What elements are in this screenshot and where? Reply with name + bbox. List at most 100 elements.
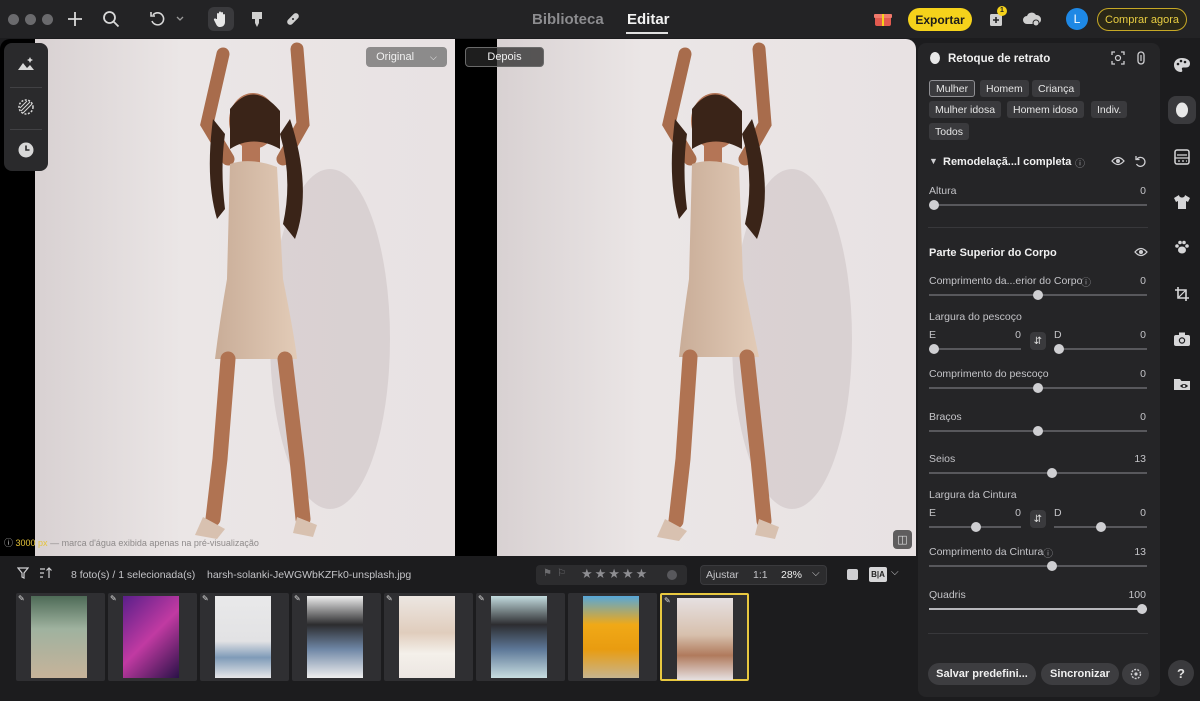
buy-now-button[interactable]: Comprar agora (1097, 8, 1187, 31)
split-view-icon[interactable]: ◫ (893, 530, 912, 549)
help-circle-icon[interactable]: ⓘ (1081, 274, 1091, 289)
preset-chip-crianca[interactable]: Criança (1032, 80, 1081, 97)
search-icon[interactable] (100, 7, 122, 31)
thumbnail-4[interactable]: ✎ (292, 593, 381, 681)
preset-chip-mulher[interactable]: Mulher (929, 80, 976, 97)
collapse-triangle-icon[interactable]: ▼ (929, 156, 938, 166)
slider-knob-neck-width-left[interactable] (929, 344, 939, 354)
reset-icon[interactable] (1134, 155, 1147, 171)
shirt-icon[interactable] (1168, 188, 1196, 216)
slider-knob-neck-length[interactable] (1033, 383, 1043, 393)
eye-icon[interactable] (1134, 246, 1148, 261)
preset-chip-mulher-idosa[interactable]: Mulher idosa (929, 101, 1002, 118)
texture-icon[interactable] (1168, 143, 1196, 171)
zoom-controls: Ajustar 1:1 28% ⌵ (700, 565, 827, 585)
slider-track-altura[interactable] (929, 204, 1147, 206)
slider-knob-arms[interactable] (1033, 426, 1043, 436)
export-button[interactable]: Exportar (908, 8, 972, 31)
ai-enhance-icon[interactable] (15, 53, 37, 75)
history-icon[interactable] (15, 139, 37, 161)
slider-knob-neck-width-right[interactable] (1054, 344, 1064, 354)
gift-icon[interactable] (872, 7, 894, 31)
slider-label-waist-length: Comprimento da Cintura (929, 546, 1044, 558)
link-sides-icon[interactable]: ⇵ (1030, 510, 1046, 528)
thumbnail-7[interactable] (568, 593, 657, 681)
window-close-button[interactable] (8, 14, 19, 25)
bandage-icon[interactable] (282, 7, 304, 31)
chevron-down-icon: ⌵ (430, 51, 437, 62)
thumbnail-6[interactable]: ✎ (476, 593, 565, 681)
tab-biblioteca[interactable]: Biblioteca (532, 11, 604, 28)
one-to-one-button[interactable]: 1:1 (753, 569, 768, 581)
single-view-icon[interactable] (847, 569, 858, 580)
preset-chip-homem-idoso[interactable]: Homem idoso (1007, 101, 1084, 118)
slider-label-neck-width: Largura do pescoço (929, 311, 1022, 323)
window-maximize-button[interactable] (42, 14, 53, 25)
preset-chip-homem[interactable]: Homem (980, 80, 1029, 97)
eye-icon[interactable] (1111, 155, 1125, 170)
slider-track-hips[interactable] (929, 608, 1147, 610)
slider-knob-upper-body-length[interactable] (1033, 290, 1043, 300)
chevron-down-icon[interactable]: ⌵ (891, 567, 899, 578)
slider-track-neck-width-left[interactable] (929, 348, 1021, 350)
brush-icon[interactable] (246, 7, 268, 31)
preset-chip-todos[interactable]: Todos (929, 123, 970, 140)
chevron-down-icon[interactable]: ⌵ (812, 568, 820, 579)
edited-pencil-icon: ✎ (294, 594, 301, 603)
slider-knob-hips[interactable] (1137, 604, 1147, 614)
color-label-icon[interactable] (667, 570, 677, 580)
portrait-icon[interactable] (1168, 96, 1196, 124)
slider-knob-waist-width-left[interactable] (971, 522, 981, 532)
before-after-toggle[interactable]: B|A (869, 567, 887, 582)
preset-chip-indiv[interactable]: Indiv. (1091, 101, 1128, 118)
folder-eye-icon[interactable] (1168, 370, 1196, 398)
photo-canvas[interactable]: Original ⌵ Depois ⓘ 3000 px — marca d'ág… (0, 39, 916, 556)
undo-icon[interactable] (146, 7, 186, 31)
zoom-value[interactable]: 28% (781, 569, 802, 581)
body-detect-icon[interactable] (1135, 51, 1147, 68)
section-full-remodel-title[interactable]: Remodelaçã...l completa (943, 156, 1071, 168)
slider-knob-breasts[interactable] (1047, 468, 1057, 478)
help-circle-icon[interactable]: ⓘ (1043, 545, 1053, 560)
face-detect-icon[interactable] (1111, 51, 1125, 68)
tab-editar[interactable]: Editar (627, 11, 670, 28)
palette-icon[interactable] (1168, 51, 1196, 79)
slider-knob-waist-length[interactable] (1047, 561, 1057, 571)
fit-button[interactable]: Ajustar (706, 569, 739, 581)
paw-icon[interactable] (1168, 233, 1196, 261)
flag-reject-icon[interactable]: ⚐ (557, 568, 566, 579)
slider-track-breasts[interactable] (929, 472, 1147, 474)
thumbnail-8-selected[interactable]: ✎ (660, 593, 749, 681)
crop-icon[interactable] (1168, 280, 1196, 308)
compare-original-dropdown[interactable]: Original ⌵ (366, 47, 447, 67)
thumbnail-1[interactable]: ✎ (16, 593, 105, 681)
link-sides-icon[interactable]: ⇵ (1030, 332, 1046, 350)
help-circle-icon[interactable]: ⓘ (1075, 155, 1085, 170)
slider-track-neck-width-right[interactable] (1054, 348, 1147, 350)
thumbnail-image (677, 598, 733, 680)
slider-track-waist-length[interactable] (929, 565, 1147, 567)
camera-icon[interactable] (1168, 325, 1196, 353)
flag-pick-icon[interactable]: ⚑ (543, 568, 552, 579)
window-minimize-button[interactable] (25, 14, 36, 25)
waist-width-left-label: E (929, 507, 937, 519)
help-button[interactable]: ? (1168, 660, 1194, 686)
avatar[interactable]: L (1066, 8, 1088, 30)
save-preset-button[interactable]: Salvar predefini... (928, 663, 1036, 685)
slider-knob-altura[interactable] (929, 200, 939, 210)
face-icon (929, 52, 941, 69)
cloud-sync-icon[interactable] (1021, 7, 1043, 31)
star-rating-icon[interactable]: ★★★★★ (581, 566, 649, 582)
sort-icon[interactable] (39, 567, 53, 582)
thumbnail-5[interactable]: ✎ (384, 593, 473, 681)
hand-icon[interactable] (208, 7, 234, 31)
thumbnail-3[interactable]: ✎ (200, 593, 289, 681)
slider-knob-waist-width-right[interactable] (1096, 522, 1106, 532)
filter-icon[interactable] (16, 567, 30, 582)
thumbnail-2[interactable]: ✎ (108, 593, 197, 681)
sync-button[interactable]: Sincronizar (1041, 663, 1119, 685)
neck-width-right-value: 0 (1140, 329, 1146, 341)
sync-settings-icon[interactable] (1122, 663, 1149, 685)
grain-filter-icon[interactable] (15, 96, 37, 118)
plus-icon[interactable] (64, 7, 86, 31)
